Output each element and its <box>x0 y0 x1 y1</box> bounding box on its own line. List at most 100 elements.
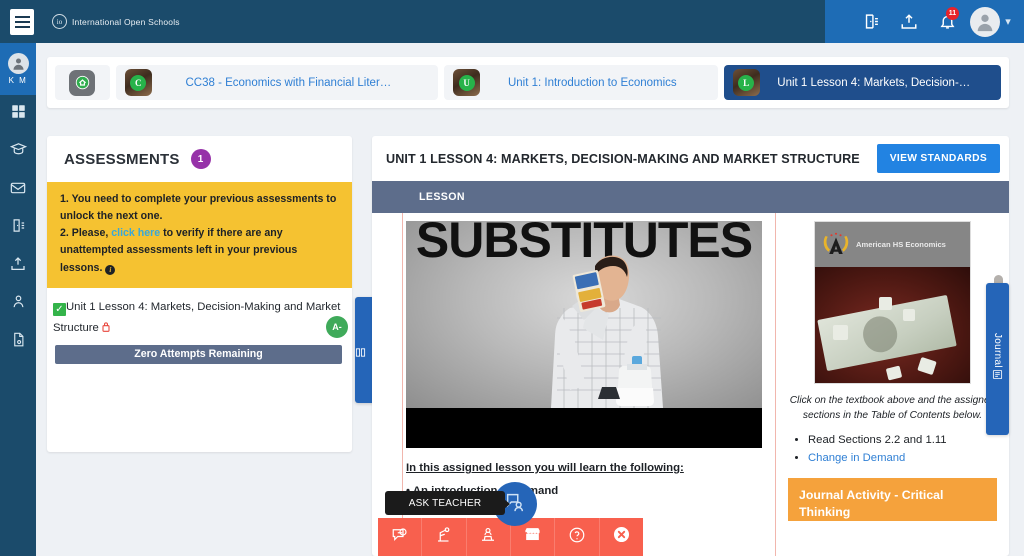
puzzle-piece <box>833 325 848 340</box>
assigned-sections-list: Read Sections 2.2 and 1.11 Change in Dem… <box>808 432 997 467</box>
close-circle-icon <box>612 525 631 549</box>
store-icon <box>523 525 542 549</box>
person-icon <box>11 294 26 314</box>
assessments-header: ASSESSMENTS 1 <box>47 136 352 182</box>
info-icon[interactable]: i <box>105 265 116 276</box>
dock-close-button[interactable] <box>600 518 643 556</box>
avatar <box>7 53 29 74</box>
breadcrumb-label-lesson: Unit 1 Lesson 4: Markets, Decision-… <box>777 76 971 89</box>
grade-badge: A- <box>326 315 348 338</box>
assessment-item-label: Unit 1 Lesson 4: Markets, Decision-Makin… <box>53 300 341 334</box>
click-here-link[interactable]: click here <box>111 227 160 239</box>
question-circle-icon <box>568 526 586 549</box>
hamburger-menu-icon[interactable] <box>10 8 34 35</box>
grid-icon <box>11 104 26 124</box>
video-subject <box>551 255 663 408</box>
dock-tools-button[interactable] <box>422 518 467 556</box>
upload-inbox-icon <box>10 256 26 277</box>
sidebar-item-courses[interactable] <box>0 133 36 171</box>
attempts-status: Zero Attempts Remaining <box>55 344 342 364</box>
textbook-title: American HS Economics <box>856 240 946 249</box>
notification-badge: 11 <box>946 7 959 20</box>
sidebar-item-profile[interactable] <box>0 285 36 323</box>
left-nav-rail: K M <box>0 43 36 556</box>
textbook-header: American HS Economics <box>815 222 970 267</box>
journal-icon <box>992 367 1003 385</box>
lesson-thumbnail: L <box>732 69 760 96</box>
dock-help-button[interactable] <box>555 518 600 556</box>
lesson-header: UNIT 1 LESSON 4: MARKETS, DECISION-MAKIN… <box>372 136 1009 181</box>
assessments-list: ✓ Unit 1 Lesson 4: Markets, Decision-Maki… <box>47 288 352 364</box>
breadcrumb-label-unit: Unit 1: Introduction to Economics <box>507 76 677 89</box>
notice-line-2-pre: 2. Please, <box>60 227 112 240</box>
user-avatar-icon[interactable] <box>970 6 1000 37</box>
lesson-letter-badge: L <box>738 74 755 91</box>
lesson-right-column: American HS Economics Click on the textb… <box>776 213 1009 556</box>
list-item[interactable]: Change in Demand <box>808 450 997 467</box>
document-icon <box>11 332 26 352</box>
breadcrumb-item-lesson[interactable]: L Unit 1 Lesson 4: Markets, Decision-… <box>723 65 1001 100</box>
lesson-video[interactable]: SUBSTITUTES <box>406 221 762 448</box>
video-letterbox <box>406 408 762 448</box>
header-action-icons: 11 ▾ <box>852 0 1024 43</box>
check-icon: ✓ <box>53 302 66 316</box>
app-root: io International Open Schools 11 ▾ K M C… <box>0 0 1024 556</box>
sidebar-item-exit[interactable] <box>0 209 36 247</box>
status-badge: 1 <box>190 149 211 169</box>
book-icon <box>352 347 370 358</box>
textbook-cover[interactable]: American HS Economics <box>814 221 971 384</box>
breadcrumb-home[interactable] <box>55 65 110 100</box>
course-thumbnail: C <box>124 69 152 96</box>
journal-activity-card[interactable]: Journal Activity - Critical Thinking <box>788 478 997 521</box>
chevron-down-icon[interactable]: ▾ <box>1000 0 1016 43</box>
puzzle-piece <box>885 365 903 381</box>
bell-icon[interactable]: 11 <box>928 0 966 43</box>
sidebar-item-submissions[interactable] <box>0 247 36 285</box>
tab-journal-label: Journal <box>992 332 1003 368</box>
assessments-notice: 1. You need to complete your previous as… <box>47 182 352 288</box>
tab-lesson[interactable]: LESSON <box>372 181 1009 213</box>
lock-icon <box>102 320 110 332</box>
tab-lesson-label: LESSON <box>419 191 465 203</box>
assessments-panel: ASSESSMENTS 1 1. You need to complete yo… <box>47 136 352 452</box>
lesson-lead-text: In this assigned lesson you will learn t… <box>406 462 684 474</box>
breadcrumb-item-course[interactable]: C CC38 - Economics with Financial Liter… <box>115 65 439 100</box>
notice-line-1: 1. You need to complete your previous as… <box>60 193 337 223</box>
change-in-demand-link[interactable]: Change in Demand <box>808 452 905 464</box>
breadcrumb: C CC38 - Economics with Financial Liter…… <box>47 57 1009 108</box>
textbook-caption: Click on the textbook above and the assi… <box>789 395 996 422</box>
view-standards-button[interactable]: VIEW STANDARDS <box>876 144 1000 173</box>
door-exit-icon <box>11 218 26 238</box>
sidebar-item-dashboard[interactable] <box>0 95 36 133</box>
student-desk-icon <box>479 526 497 549</box>
upload-inbox-icon[interactable] <box>890 0 928 43</box>
lesson-title: UNIT 1 LESSON 4: MARKETS, DECISION-MAKIN… <box>386 151 860 166</box>
list-item[interactable]: ✓ Unit 1 Lesson 4: Markets, Decision-Maki… <box>51 297 346 339</box>
tab-journal[interactable]: Journal <box>986 283 1009 435</box>
breadcrumb-label-course: CC38 - Economics with Financial Liter… <box>185 76 392 89</box>
envelope-icon <box>10 180 26 201</box>
crest-icon <box>823 232 849 254</box>
sidebar-item-messages[interactable] <box>0 171 36 209</box>
page-title: ASSESSMENTS <box>64 150 180 168</box>
brand-name: International Open Schools <box>72 16 180 27</box>
puzzle-piece <box>879 297 892 310</box>
robot-arm-icon <box>435 526 453 549</box>
sidebar-item-reports[interactable] <box>0 323 36 361</box>
brand-logo: io International Open Schools <box>52 14 180 29</box>
graduation-cap-icon <box>9 141 27 163</box>
unit-letter-badge: U <box>458 74 475 91</box>
puzzle-piece <box>917 356 937 376</box>
list-item: Read Sections 2.2 and 1.11 <box>808 432 997 449</box>
puzzle-piece <box>903 309 915 321</box>
chat-bubble-icon <box>391 526 409 549</box>
dock-chat-button[interactable] <box>378 518 423 556</box>
top-header-bar: io International Open Schools 11 ▾ <box>0 0 1024 43</box>
rail-user-profile[interactable]: K M <box>0 43 36 95</box>
user-initials: K M <box>8 76 28 85</box>
course-letter-badge: C <box>130 74 147 91</box>
door-exit-icon[interactable] <box>852 0 890 43</box>
unit-thumbnail: U <box>453 69 481 96</box>
breadcrumb-item-unit[interactable]: U Unit 1: Introduction to Economics <box>444 65 718 100</box>
home-icon <box>69 69 96 96</box>
